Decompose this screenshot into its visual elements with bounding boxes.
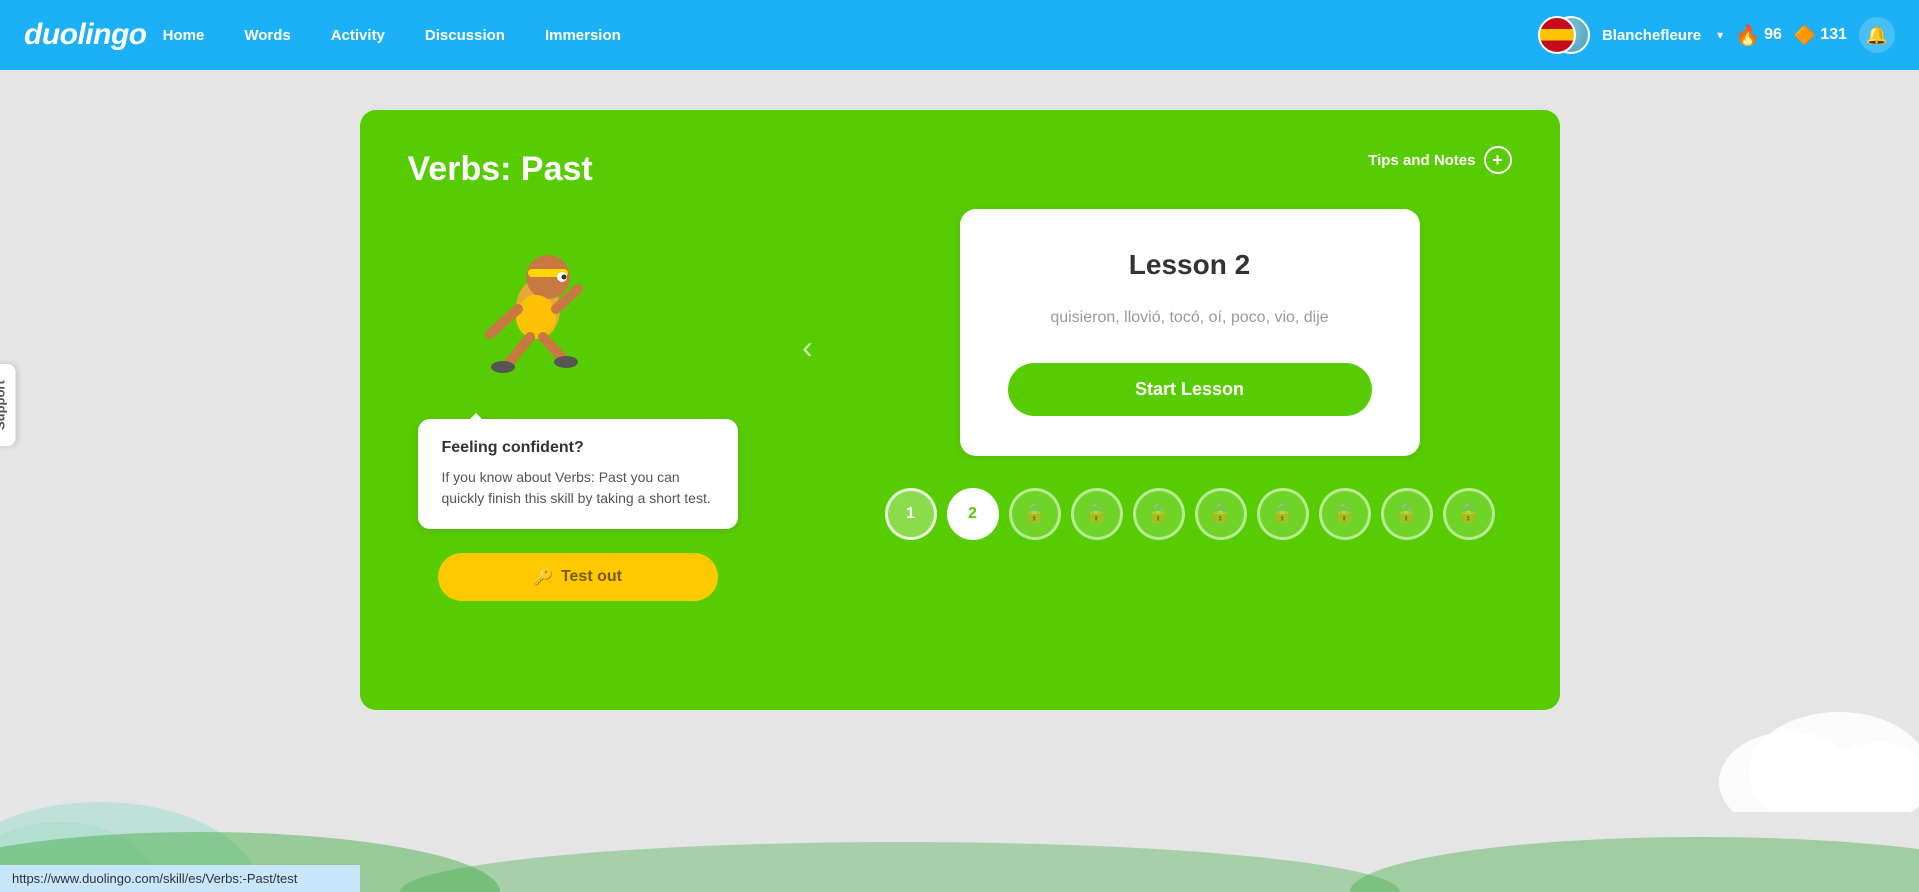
tooltip-title: Feeling confident? (442, 439, 714, 457)
skill-title: Verbs: Past (408, 150, 1512, 189)
user-flags (1538, 15, 1590, 55)
lesson-dot-10[interactable]: 🔒 (1443, 488, 1495, 540)
skill-card: Verbs: Past Tips and Notes + (360, 110, 1560, 710)
lesson-dot-8[interactable]: 🔒 (1319, 488, 1371, 540)
notification-bell[interactable]: 🔔 (1859, 17, 1895, 53)
cloud-right-icon (1719, 692, 1919, 812)
prev-arrow-button[interactable]: ‹ (802, 329, 813, 366)
lesson-card: Lesson 2 quisieron, llovió, tocó, oí, po… (960, 209, 1420, 456)
test-out-button[interactable]: 🔑 Test out (438, 553, 718, 601)
status-bar: https://www.duolingo.com/skill/es/Verbs:… (0, 865, 360, 892)
background-scenery (0, 692, 1919, 892)
lesson-dot-6[interactable]: 🔒 (1195, 488, 1247, 540)
nav-immersion[interactable]: Immersion (529, 19, 637, 52)
logo[interactable]: duolingo (24, 18, 147, 52)
nav-home[interactable]: Home (147, 19, 221, 52)
character-area (448, 209, 708, 429)
lesson-words: quisieron, llovió, tocó, oí, poco, vio, … (1008, 305, 1372, 331)
tips-notes-label: Tips and Notes (1368, 152, 1475, 169)
gem-icon: 🔶 (1794, 25, 1816, 46)
tips-notes-button[interactable]: Tips and Notes + (1368, 146, 1511, 174)
fire-icon: 🔥 (1735, 23, 1760, 48)
support-tab[interactable]: Support (0, 364, 16, 446)
lesson-dots: 1 2 🔒 🔒 🔒 🔒 🔒 🔒 🔒 🔒 (885, 488, 1495, 540)
lesson-dot-9[interactable]: 🔒 (1381, 488, 1433, 540)
lesson-dot-2[interactable]: 2 (947, 488, 999, 540)
navbar-right: Blanchefleure ▾ 🔥 96 🔶 131 🔔 (1538, 15, 1895, 55)
left-column: Feeling confident? If you know about Ver… (408, 209, 748, 601)
lesson-title: Lesson 2 (1008, 249, 1372, 281)
chevron-down-icon[interactable]: ▾ (1717, 28, 1723, 42)
lesson-dot-4[interactable]: 🔒 (1071, 488, 1123, 540)
lesson-dot-1[interactable]: 1 (885, 488, 937, 540)
navbar: duolingo Home Words Activity Discussion … (0, 0, 1919, 70)
center-arrow: ‹ (788, 329, 828, 366)
runner-character-icon (448, 209, 628, 409)
gem-count: 131 (1820, 26, 1847, 44)
nav-activity[interactable]: Activity (315, 19, 401, 52)
test-out-label: Test out (561, 568, 622, 586)
confidence-tooltip: Feeling confident? If you know about Ver… (418, 419, 738, 529)
streak-count: 96 (1764, 26, 1782, 44)
spanish-flag (1538, 16, 1576, 54)
lesson-dot-7[interactable]: 🔒 (1257, 488, 1309, 540)
skill-inner: Feeling confident? If you know about Ver… (408, 209, 1512, 601)
nav-discussion[interactable]: Discussion (409, 19, 521, 52)
lesson-dot-3[interactable]: 🔒 (1009, 488, 1061, 540)
lesson-dot-5[interactable]: 🔒 (1133, 488, 1185, 540)
right-column: Lesson 2 quisieron, llovió, tocó, oí, po… (868, 209, 1512, 540)
key-icon: 🔑 (533, 567, 553, 587)
main-area: Verbs: Past Tips and Notes + (0, 70, 1919, 892)
tips-plus-icon: + (1484, 146, 1512, 174)
gem-stat: 🔶 131 (1794, 25, 1847, 46)
nav-menu: Home Words Activity Discussion Immersion (147, 19, 1538, 52)
nav-words[interactable]: Words (228, 19, 306, 52)
username[interactable]: Blanchefleure (1602, 27, 1701, 44)
start-lesson-button[interactable]: Start Lesson (1008, 363, 1372, 416)
streak-stat: 🔥 96 (1735, 23, 1782, 48)
tooltip-text: If you know about Verbs: Past you can qu… (442, 467, 714, 509)
